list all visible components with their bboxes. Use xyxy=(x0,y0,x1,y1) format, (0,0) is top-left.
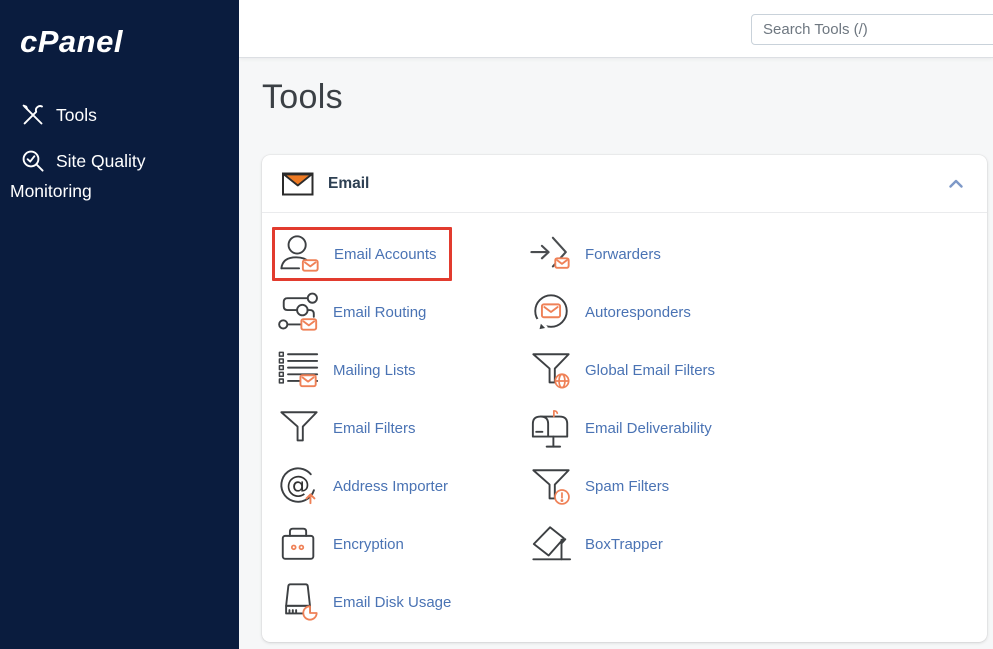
tool-label: BoxTrapper xyxy=(585,536,663,553)
box-trapper-icon xyxy=(530,523,572,565)
email-icon xyxy=(282,172,314,196)
tool-label: Global Email Filters xyxy=(585,362,715,379)
sidebar-nav: Tools Site Quality Monitoring xyxy=(0,92,239,214)
forwarders-icon xyxy=(530,233,572,275)
email-filters-icon xyxy=(278,407,320,449)
tool-label: Encryption xyxy=(333,536,404,553)
email-tools-grid: Email Accounts xyxy=(278,225,987,631)
tool-label: Email Filters xyxy=(333,420,416,437)
global-email-filters-icon xyxy=(530,349,572,391)
email-section-body: Email Accounts xyxy=(262,213,987,631)
tool-label: Email Disk Usage xyxy=(333,594,451,611)
tool-label: Autoresponders xyxy=(585,304,691,321)
tool-item-address-importer[interactable]: @ Address Importer xyxy=(278,465,456,507)
tool-item-email-disk-usage[interactable]: Email Disk Usage xyxy=(278,581,459,623)
spam-filters-icon xyxy=(530,465,572,507)
sidebar: cPanel Tools Site xyxy=(0,0,239,649)
tool-item-global-email-filters[interactable]: Global Email Filters xyxy=(530,349,723,391)
tool-item-encryption[interactable]: Encryption xyxy=(278,523,412,565)
tool-item-email-routing[interactable]: Email Routing xyxy=(278,291,434,333)
search-input[interactable] xyxy=(751,14,993,45)
tool-item-email-deliverability[interactable]: Email Deliverability xyxy=(530,407,720,449)
mailing-lists-icon xyxy=(278,349,320,391)
email-accounts-icon xyxy=(279,233,321,275)
tool-label: Mailing Lists xyxy=(333,362,416,379)
topbar xyxy=(239,0,993,58)
tool-item-box-trapper[interactable]: BoxTrapper xyxy=(530,523,671,565)
email-disk-usage-icon xyxy=(278,581,320,623)
tool-item-spam-filters[interactable]: Spam Filters xyxy=(530,465,677,507)
tool-label: Email Routing xyxy=(333,304,426,321)
tool-label: Address Importer xyxy=(333,478,448,495)
cpanel-app: cPanel Tools Site xyxy=(0,0,993,649)
tool-item-email-accounts[interactable]: Email Accounts xyxy=(272,227,452,281)
tool-item-mailing-lists[interactable]: Mailing Lists xyxy=(278,349,424,391)
email-section-card: Email xyxy=(262,155,987,642)
main-content: Tools Email xyxy=(239,58,993,649)
tools-icon xyxy=(21,103,45,127)
tool-label: Email Deliverability xyxy=(585,420,712,437)
svg-text:@: @ xyxy=(286,471,310,499)
email-section-title: Email xyxy=(328,175,369,193)
site-quality-monitoring-icon xyxy=(21,149,45,173)
chevron-up-icon[interactable] xyxy=(949,179,963,188)
tool-label: Spam Filters xyxy=(585,478,669,495)
tool-item-forwarders[interactable]: Forwarders xyxy=(530,233,669,275)
address-importer-icon: @ xyxy=(278,465,320,507)
autoresponders-icon xyxy=(530,291,572,333)
tool-item-email-filters[interactable]: Email Filters xyxy=(278,407,424,449)
sidebar-item-site-quality-monitoring[interactable]: Site Quality Monitoring xyxy=(0,138,239,214)
email-section-header[interactable]: Email xyxy=(262,155,987,213)
email-deliverability-icon xyxy=(530,407,572,449)
tool-label: Email Accounts xyxy=(334,246,437,263)
sidebar-item-tools[interactable]: Tools xyxy=(0,92,239,138)
sidebar-item-label: Tools xyxy=(56,105,97,125)
encryption-icon xyxy=(278,523,320,565)
tool-label: Forwarders xyxy=(585,246,661,263)
tool-item-autoresponders[interactable]: Autoresponders xyxy=(530,291,699,333)
email-routing-icon xyxy=(278,291,320,333)
page-title: Tools xyxy=(262,78,993,117)
cpanel-logo[interactable]: cPanel xyxy=(0,0,239,60)
